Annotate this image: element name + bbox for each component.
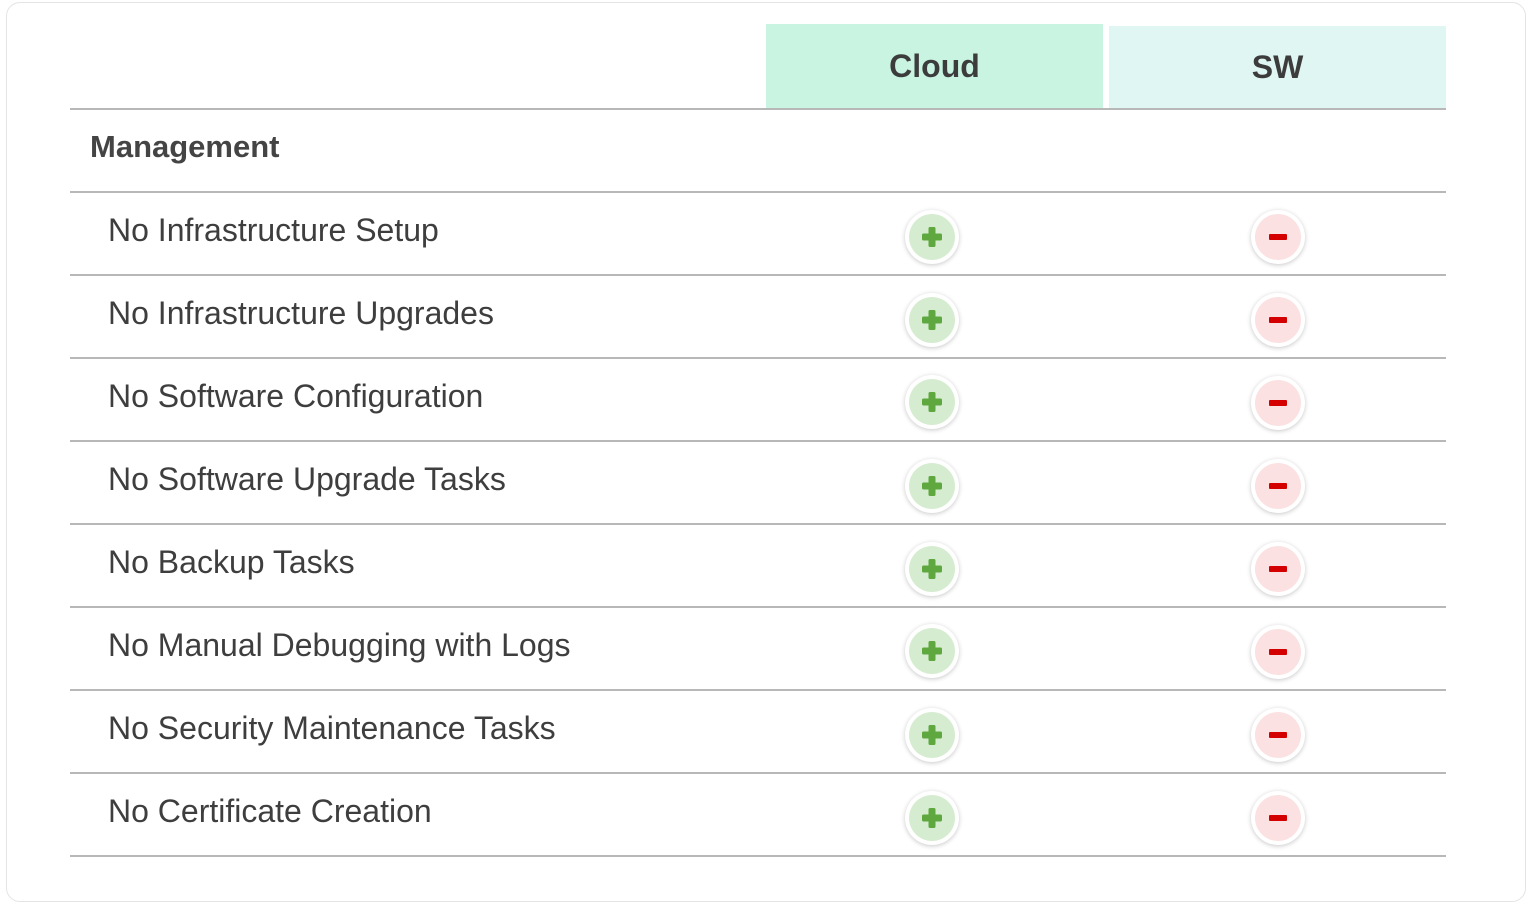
sw-support-indicator — [1251, 791, 1305, 845]
column-header-cloud-label: Cloud — [889, 47, 980, 84]
sw-support-indicator — [1251, 459, 1305, 513]
row-label: No Security Maintenance Tasks — [108, 709, 556, 746]
cloud-support-indicator — [905, 624, 959, 678]
table-row: No Manual Debugging with Logs — [70, 608, 1446, 691]
table-row: No Software Upgrade Tasks — [70, 442, 1446, 525]
plus-icon — [922, 808, 942, 828]
sw-support-indicator — [1251, 625, 1305, 679]
plus-icon — [922, 559, 942, 579]
plus-icon — [922, 392, 942, 412]
cloud-support-indicator — [905, 293, 959, 347]
sw-support-indicator — [1251, 376, 1305, 430]
sw-support-indicator — [1251, 542, 1305, 596]
row-label: No Software Upgrade Tasks — [108, 460, 506, 497]
section-header-row: Management — [70, 110, 1446, 193]
column-header-sw: SW — [1109, 26, 1446, 108]
cloud-support-indicator — [905, 210, 959, 264]
minus-icon — [1269, 815, 1287, 821]
row-label: No Backup Tasks — [108, 543, 355, 580]
cloud-support-indicator — [905, 375, 959, 429]
table-row: No Software Configuration — [70, 359, 1446, 442]
table-row: No Infrastructure Setup — [70, 193, 1446, 276]
plus-icon — [922, 641, 942, 661]
plus-icon — [922, 725, 942, 745]
table-row: No Security Maintenance Tasks — [70, 691, 1446, 774]
sw-support-indicator — [1251, 293, 1305, 347]
section-title: Management — [90, 129, 280, 164]
row-label: No Certificate Creation — [108, 792, 432, 829]
cloud-support-indicator — [905, 791, 959, 845]
plus-icon — [922, 310, 942, 330]
cloud-support-indicator — [905, 708, 959, 762]
cloud-support-indicator — [905, 542, 959, 596]
row-label: No Software Configuration — [108, 377, 484, 414]
minus-icon — [1269, 400, 1287, 406]
sw-support-indicator — [1251, 708, 1305, 762]
minus-icon — [1269, 649, 1287, 655]
plus-icon — [922, 227, 942, 247]
minus-icon — [1269, 483, 1287, 489]
minus-icon — [1269, 317, 1287, 323]
row-label: No Manual Debugging with Logs — [108, 626, 571, 663]
minus-icon — [1269, 234, 1287, 240]
minus-icon — [1269, 732, 1287, 738]
plus-icon — [922, 476, 942, 496]
row-label: No Infrastructure Setup — [108, 211, 439, 248]
table-row: No Certificate Creation — [70, 774, 1446, 857]
comparison-header: Cloud SW — [70, 24, 1446, 110]
sw-support-indicator — [1251, 210, 1305, 264]
column-header-cloud: Cloud — [766, 24, 1103, 108]
cloud-support-indicator — [905, 459, 959, 513]
table-row: No Infrastructure Upgrades — [70, 276, 1446, 359]
row-label: No Infrastructure Upgrades — [108, 294, 494, 331]
table-row: No Backup Tasks — [70, 525, 1446, 608]
minus-icon — [1269, 566, 1287, 572]
column-header-sw-label: SW — [1251, 48, 1304, 85]
